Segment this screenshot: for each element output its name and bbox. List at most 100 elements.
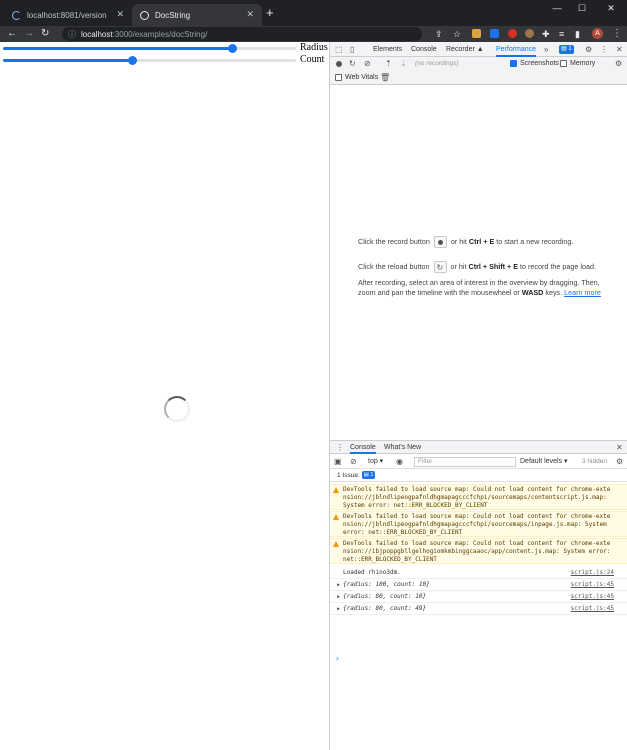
address-bar[interactable]: ⓘ localhost :3000/examples/docString/ [62,27,422,41]
console-log[interactable]: ▶ {radius: 80, count: 49} script.js:45 [330,604,627,615]
devtools-panel: ⬚ ▯ Elements Console Recorder ▲ Performa… [329,42,627,750]
source-link[interactable]: script.js:45 [571,593,614,601]
bookmark-star-icon[interactable]: ☆ [453,27,461,41]
warning-icon [333,487,339,493]
record-icon [437,240,443,245]
console-warning[interactable]: DevTools failed to load source map: Coul… [330,511,627,537]
side-panel-icon[interactable]: ▮ [575,27,580,41]
expand-triangle-icon[interactable]: ▶ [337,605,340,613]
radius-label: Radius [300,42,328,53]
more-tabs-icon[interactable]: » [544,42,548,57]
puzzle-extensions-icon[interactable]: ✚ [542,27,550,41]
tab-performance[interactable]: Performance [496,42,537,57]
kebab-menu-icon[interactable]: ⋮ [612,27,622,41]
memory-checkbox[interactable] [560,60,567,67]
count-slider[interactable] [3,56,296,65]
new-tab-button[interactable]: + [266,6,274,20]
clear-icon[interactable]: ⊘ [364,58,371,70]
download-icon[interactable]: ⇣ [400,58,407,70]
close-icon[interactable]: ✕ [116,9,124,20]
close-icon[interactable]: ✕ [246,9,254,20]
console-warning[interactable]: DevTools failed to load source map: Coul… [330,538,627,564]
learn-more-link[interactable]: Learn more [564,288,601,297]
tab-console[interactable]: Console [411,42,437,57]
log-levels-select[interactable]: Default levels ▾ [520,457,567,467]
reload-hint: Click the reload button ↻ or hit Ctrl + … [358,261,596,273]
context-select[interactable]: top ▾ [368,457,383,467]
console-log[interactable]: Loaded rhino3dm. script.js:24 [330,568,627,579]
tab-elements[interactable]: Elements [373,42,402,57]
source-link[interactable]: script.js:24 [571,569,614,577]
count-slider-row: Count [0,54,329,66]
console-log[interactable]: ▶ {radius: 100, count: 10} script.js:45 [330,580,627,591]
hint-text: Click the reload button [358,261,430,271]
record-button[interactable] [433,236,447,248]
web-vitals-checkbox[interactable] [335,74,342,81]
sidebar-toggle-icon[interactable]: ▣ [334,456,342,468]
eye-icon[interactable]: ◉ [396,456,403,468]
settings-gear-icon[interactable]: ⚙ [616,456,623,468]
tab-docstring[interactable]: DocString ✕ [132,4,262,26]
extension-icon[interactable] [472,29,481,38]
media-icon[interactable]: ≡ [559,27,564,41]
page-viewport: Radius Count [0,42,329,750]
back-arrow-icon[interactable]: ← [7,27,17,41]
forward-arrow-icon[interactable]: → [24,27,34,41]
reload-record-button[interactable]: ↻ [433,261,447,273]
hint-text: or hit [450,236,467,246]
close-window-button[interactable]: ✕ [603,3,619,14]
tab-strip: localhost:8081/version ✕ DocString ✕ + —… [0,0,627,26]
record-icon[interactable] [336,61,342,67]
source-link[interactable]: script.js:45 [571,581,614,589]
radius-slider[interactable] [3,44,296,53]
recordings-select[interactable]: (no recordings) [415,58,500,70]
slider-fill [3,47,232,50]
clear-console-icon[interactable]: ⊘ [350,456,357,468]
issues-badge[interactable]: ▤ 1 [559,45,574,54]
reload-record-icon[interactable]: ↻ [349,58,356,70]
slider-thumb[interactable] [227,44,237,53]
extension-icon[interactable] [508,29,517,38]
tab-console[interactable]: Console [350,441,376,454]
browser-window: localhost:8081/version ✕ DocString ✕ + —… [0,0,627,750]
close-icon[interactable]: ✕ [616,42,623,57]
trash-icon[interactable]: 🗑 [380,72,390,84]
expand-triangle-icon[interactable]: ▶ [337,593,340,601]
slider-fill [3,59,132,62]
tab-recorder[interactable]: Recorder ▲ [446,42,484,57]
reload-icon: ↻ [436,263,444,272]
close-icon[interactable]: ✕ [616,441,623,454]
hint-text: zoom and pan the timeline with the mouse… [358,288,520,297]
tab-whats-new[interactable]: What's New [384,441,421,454]
hint-text: After recording, select an area of inter… [358,278,600,287]
maximize-button[interactable]: ☐ [574,3,590,14]
settings-gear-icon[interactable]: ⚙ [615,58,622,70]
reload-icon[interactable]: ↻ [41,27,49,41]
source-link[interactable]: script.js:45 [571,605,614,613]
expand-triangle-icon[interactable]: ▶ [337,581,340,589]
filter-input[interactable]: Filter [414,457,516,467]
console-warning[interactable]: DevTools failed to load source map: Coul… [330,484,627,510]
screenshots-checkbox[interactable] [510,60,517,67]
avatar[interactable]: A [592,28,603,39]
inspect-element-icon[interactable]: ⬚ [335,42,343,57]
upload-icon[interactable]: ⇡ [385,58,392,70]
extension-icon[interactable] [525,29,534,38]
console-log[interactable]: ▶ {radius: 80, count: 10} script.js:45 [330,592,627,603]
record-hint: Click the record button or hit Ctrl + E … [358,236,573,248]
settings-gear-icon[interactable]: ⚙ [585,42,592,57]
minimize-button[interactable]: — [549,3,565,13]
console-prompt[interactable]: › [335,654,340,663]
share-icon[interactable]: ⇪ [435,27,443,41]
kebab-menu-icon[interactable]: ⋮ [336,441,344,454]
after-recording-hint-2: zoom and pan the timeline with the mouse… [358,288,601,298]
issues-row[interactable]: 1 Issue: ▤ 1 [330,470,627,482]
issues-badge[interactable]: ▤ 1 [361,471,376,480]
kebab-menu-icon[interactable]: ⋮ [600,42,608,57]
slider-thumb[interactable] [127,56,137,65]
device-toolbar-icon[interactable]: ▯ [350,42,354,57]
extension-icon[interactable] [490,29,499,38]
tab-localhost-version[interactable]: localhost:8081/version ✕ [4,4,132,26]
info-icon[interactable]: ⓘ [68,29,76,40]
drawer-tabbar: ⋮ Console What's New ✕ [330,441,627,454]
